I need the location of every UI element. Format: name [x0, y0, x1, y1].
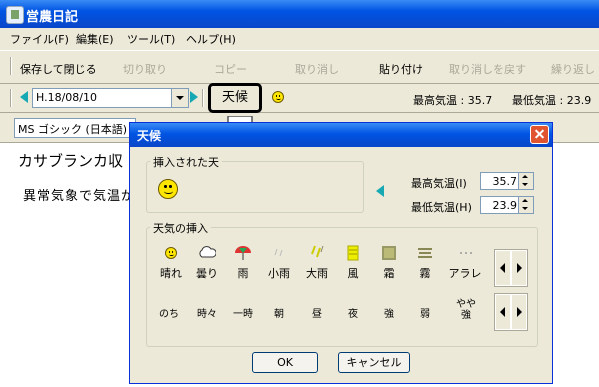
- light-rain-icon: [274, 248, 283, 257]
- weather-label: 風: [347, 267, 359, 280]
- toolbar-edit: 保存して閉じる 切り取り コピー 取り消し 貼り付け 取り消しを戻す 繰り返し: [0, 50, 599, 84]
- min-temp-label: 最低気温(H): [411, 201, 472, 214]
- document-heading: カサブランカ収: [18, 152, 124, 170]
- chevron-down-icon[interactable]: [171, 89, 188, 107]
- modifier-night[interactable]: 夜: [338, 305, 368, 320]
- window-title: 営農日記: [26, 10, 79, 25]
- weather-fog[interactable]: 霧: [406, 245, 444, 281]
- cut-button[interactable]: 切り取り: [123, 61, 167, 77]
- apply-arrow-icon[interactable]: [376, 185, 384, 197]
- close-icon[interactable]: [530, 125, 549, 144]
- min-temp-readout: 最低気温 : 23.9: [512, 94, 592, 107]
- title-bar: 営農日記: [0, 0, 599, 28]
- prev-page-icon[interactable]: [495, 250, 511, 286]
- modifier-morning[interactable]: 朝: [264, 305, 294, 320]
- heavy-rain-icon: [311, 245, 324, 258]
- document-body: 異常気象で気温が: [23, 189, 136, 204]
- paste-button[interactable]: 貼り付け: [379, 61, 423, 77]
- weather-label: 霧: [419, 267, 431, 280]
- modifier-noon[interactable]: 昼: [302, 305, 332, 320]
- min-temp-spinner[interactable]: 23.9: [480, 196, 534, 214]
- save-close-button[interactable]: 保存して閉じる: [20, 61, 97, 77]
- font-select[interactable]: MS ゴシック (日本語): [14, 118, 136, 138]
- menu-edit[interactable]: 編集(E): [76, 31, 114, 47]
- next-page-icon[interactable]: [511, 294, 527, 330]
- smiley-icon: [272, 91, 284, 103]
- weather-label: 晴れ: [160, 267, 182, 280]
- max-temp-value: 35.7: [492, 175, 518, 188]
- max-temp-readout: 最高気温 : 35.7: [413, 94, 493, 107]
- weather-sunny[interactable]: 晴れ: [152, 245, 190, 281]
- dialog-title: 天候: [137, 129, 162, 143]
- next-day-icon[interactable]: [190, 91, 198, 103]
- weather-wind[interactable]: 風: [334, 245, 372, 281]
- max-temp-label: 最高気温(I): [411, 177, 467, 190]
- menu-file[interactable]: ファイル(F): [10, 31, 69, 47]
- weather-heavy-rain[interactable]: 大雨: [298, 245, 336, 281]
- spinner-arrows-icon[interactable]: [518, 197, 533, 213]
- repeat-button[interactable]: 繰り返し: [551, 61, 595, 77]
- font-value: MS ゴシック (日本語): [18, 123, 128, 136]
- weather-label: 大雨: [306, 267, 328, 280]
- weather-dialog: 天候 挿入された天 最高気温(I) 35.7 最低気温(H) 23.9 天気の挿…: [129, 122, 553, 384]
- sun-icon: [165, 247, 177, 259]
- menu-bar: ファイル(F) 編集(E) ツール(T) ヘルプ(H): [0, 28, 599, 48]
- cloud-icon: [199, 246, 217, 258]
- copy-button[interactable]: コピー: [214, 61, 247, 77]
- umbrella-icon: [235, 246, 251, 260]
- modifier-later[interactable]: のち: [154, 305, 184, 320]
- row1-pager: [494, 249, 528, 287]
- app-icon: [6, 6, 24, 24]
- modifier-weak[interactable]: 弱: [410, 305, 440, 320]
- modifier-strong[interactable]: 強: [374, 305, 404, 320]
- max-temp-spinner[interactable]: 35.7: [480, 172, 534, 190]
- wind-icon: [347, 245, 359, 261]
- spinner-arrows-icon[interactable]: [518, 173, 533, 189]
- weather-label: アラレ: [448, 267, 482, 280]
- dialog-title-bar: 天候: [130, 123, 552, 147]
- weather-frost[interactable]: 霜: [370, 245, 408, 281]
- undo-button[interactable]: 取り消し: [295, 61, 339, 77]
- toolbar-separator: [202, 89, 204, 107]
- row2-pager: [494, 293, 528, 331]
- inserted-weather-label: 挿入された天: [150, 154, 222, 170]
- modifier-somewhat-strong[interactable]: やや強: [454, 299, 478, 321]
- weather-label: 小雨: [268, 267, 290, 280]
- toolbar-separator: [10, 57, 12, 75]
- weather-label: 雨: [237, 267, 249, 280]
- cancel-button[interactable]: キャンセル: [338, 352, 410, 373]
- modifier-sometimes[interactable]: 時々: [192, 305, 222, 320]
- date-select[interactable]: H.18/08/10: [32, 88, 189, 108]
- frost-icon: [382, 246, 396, 260]
- modifier-temporarily[interactable]: 一時: [228, 305, 258, 320]
- prev-day-icon[interactable]: [20, 91, 28, 103]
- weather-light-rain[interactable]: 小雨: [260, 245, 298, 281]
- toolbar-separator: [10, 89, 12, 107]
- weather-insert-label: 天気の挿入: [150, 220, 211, 236]
- date-value: H.18/08/10: [36, 91, 97, 104]
- weather-hail[interactable]: アラレ: [446, 245, 484, 281]
- hail-icon: [460, 252, 472, 254]
- weather-button[interactable]: 天候: [208, 83, 262, 113]
- min-temp-value: 23.9: [492, 199, 518, 212]
- redo-button[interactable]: 取り消しを戻す: [449, 61, 526, 77]
- weather-label: 霜: [383, 267, 395, 280]
- prev-page-icon[interactable]: [495, 294, 511, 330]
- smiley-icon[interactable]: [158, 179, 178, 199]
- weather-label: 曇り: [196, 267, 218, 280]
- menu-tools[interactable]: ツール(T): [127, 31, 175, 47]
- fog-icon: [418, 248, 432, 258]
- weather-cloudy[interactable]: 曇り: [188, 245, 226, 281]
- menu-help[interactable]: ヘルプ(H): [186, 31, 236, 47]
- weather-rain[interactable]: 雨: [224, 245, 262, 281]
- ok-button[interactable]: OK: [252, 352, 318, 373]
- next-page-icon[interactable]: [511, 250, 527, 286]
